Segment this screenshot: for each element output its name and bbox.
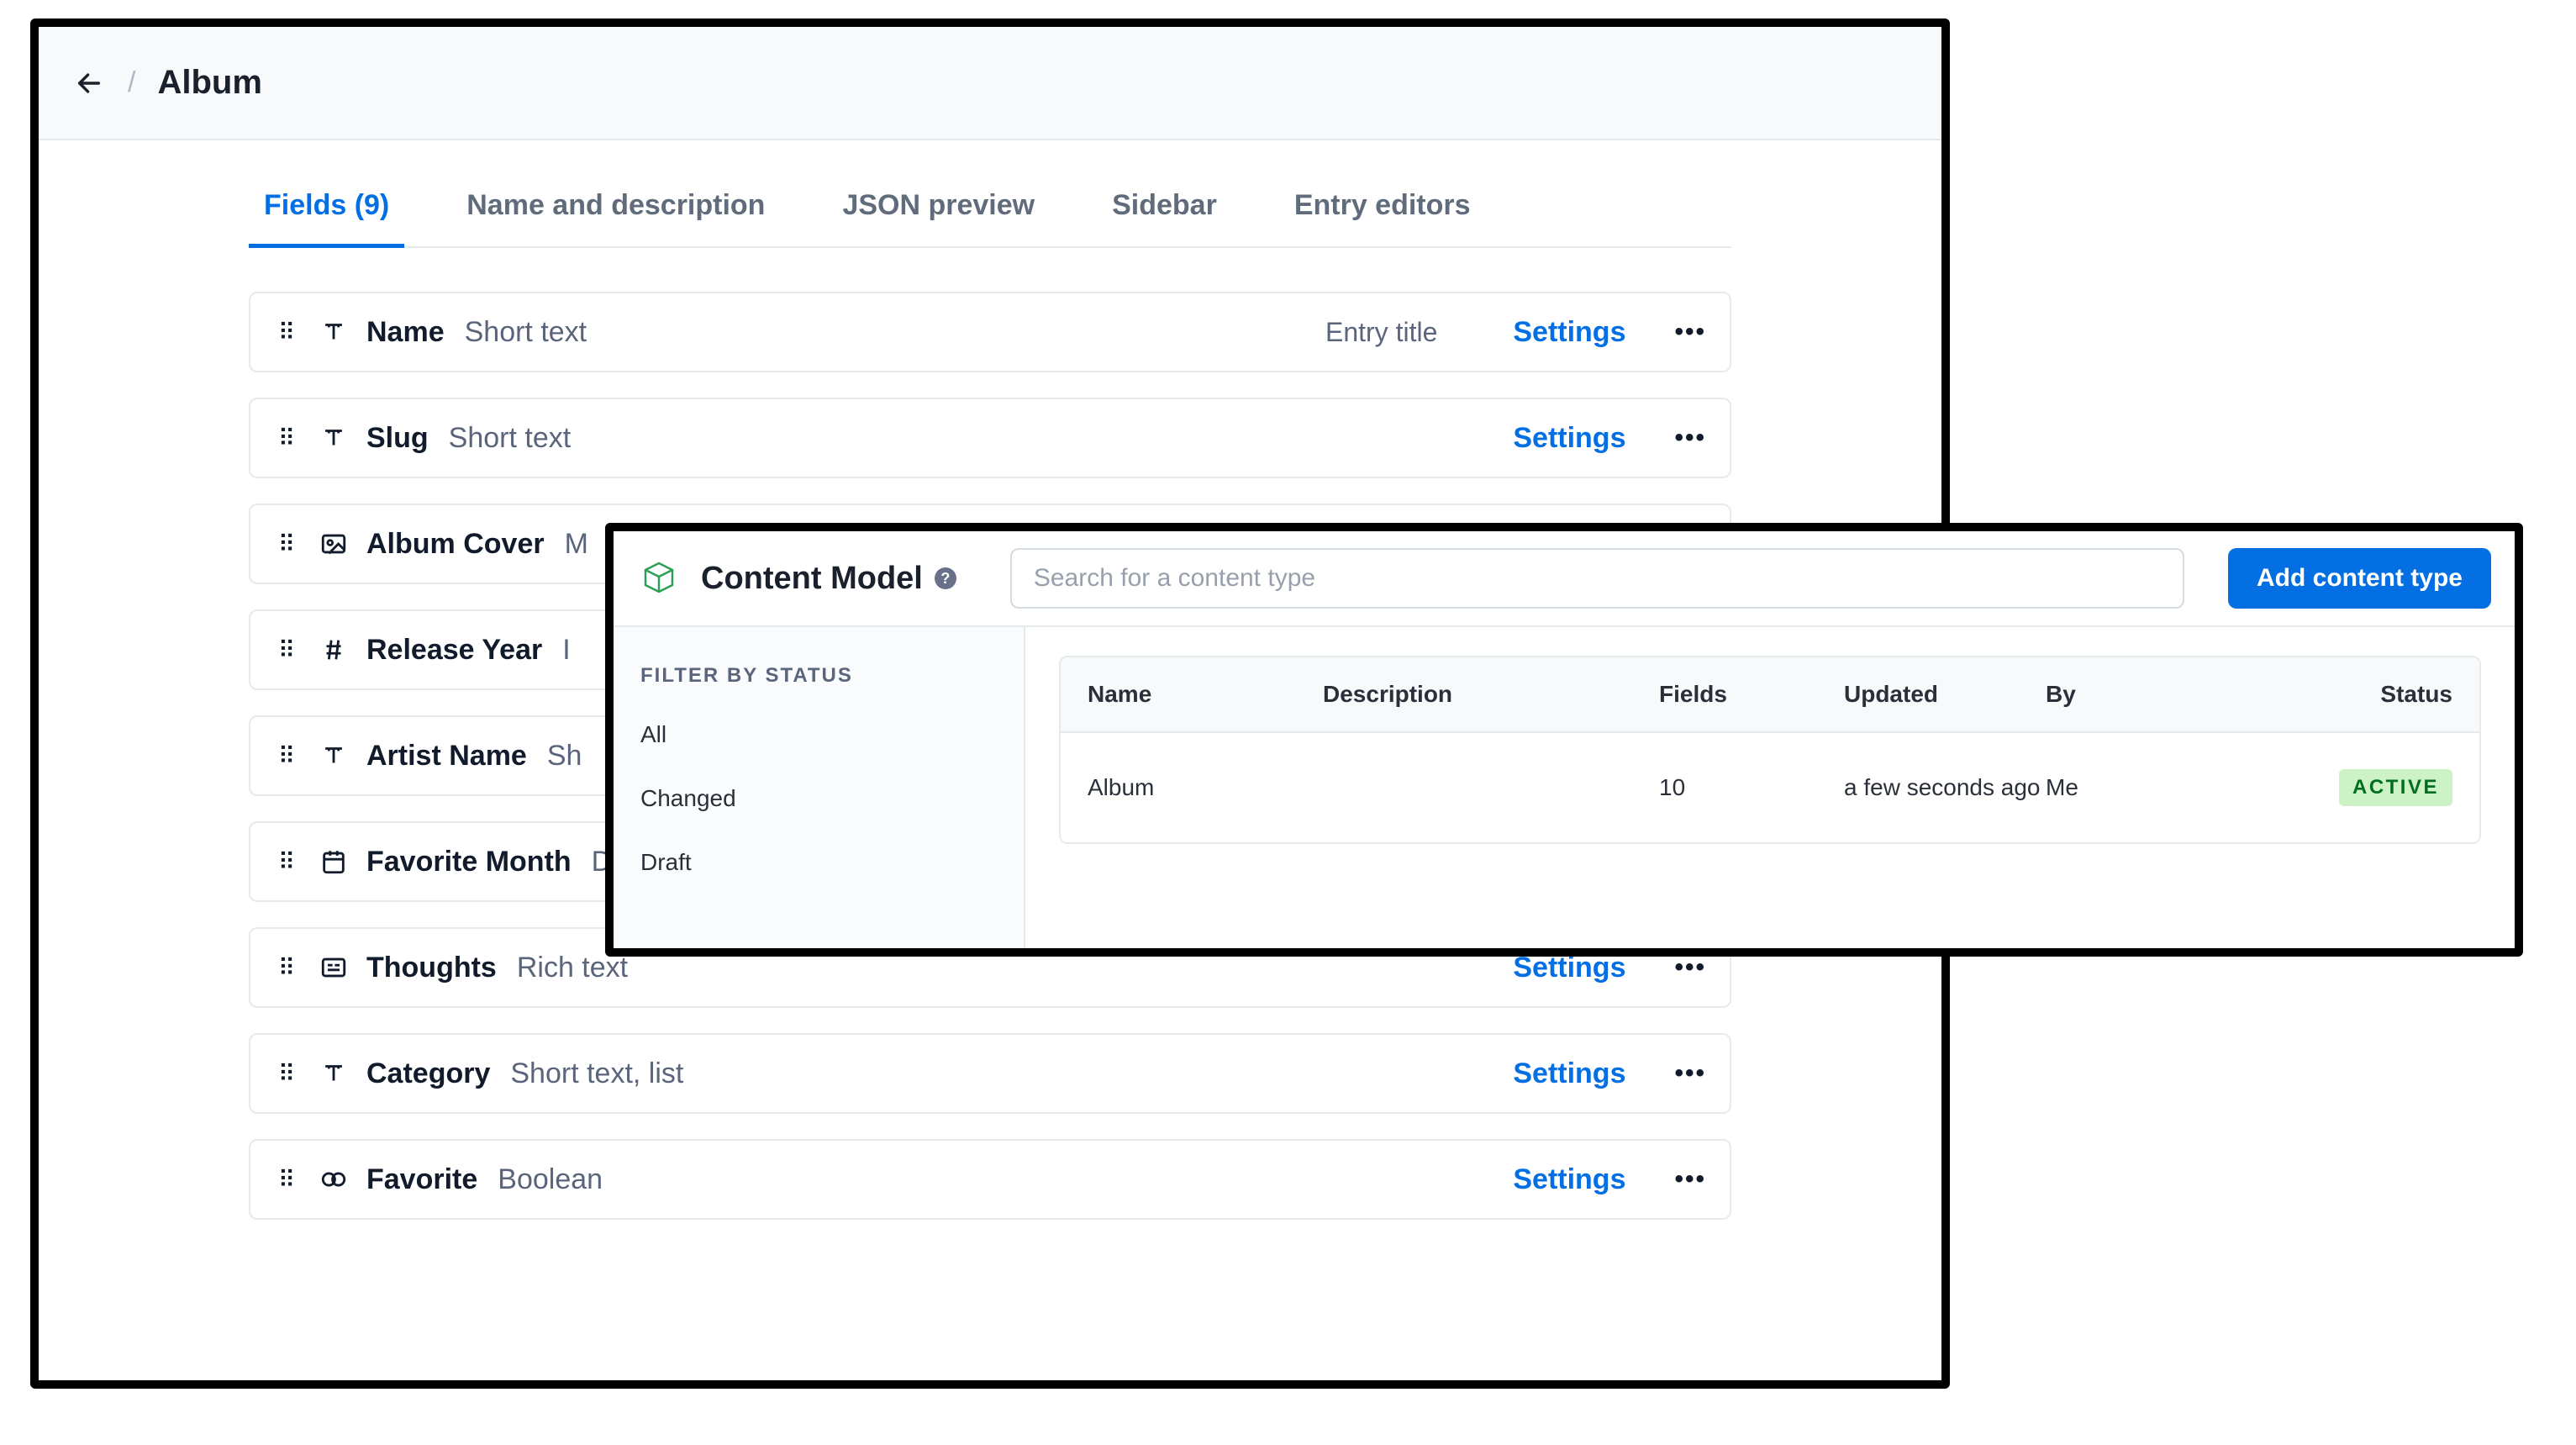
field-name-label: Album Cover [366, 528, 545, 561]
media-type-icon [316, 526, 351, 562]
filter-heading: FILTER BY STATUS [624, 656, 1014, 703]
cell-updated: a few seconds ago [1844, 771, 2046, 805]
drag-handle-icon[interactable]: ⠿ [274, 742, 299, 770]
drag-handle-icon[interactable]: ⠿ [274, 530, 299, 558]
text-type-icon [316, 314, 351, 350]
content-types-table-area: Name Description Fields Updated By Statu… [1025, 627, 2515, 948]
add-content-type-button[interactable]: Add content type [2228, 548, 2491, 609]
field-more-button[interactable]: ••• [1674, 318, 1706, 346]
field-name-label: Favorite Month [366, 846, 572, 878]
field-name-label: Thoughts [366, 952, 497, 984]
field-settings-link[interactable]: Settings [1513, 1057, 1625, 1090]
content-type-search[interactable] [1010, 548, 2184, 609]
field-type-label: I [562, 634, 570, 667]
field-name-label: Artist Name [366, 740, 527, 773]
content-model-header: Content Model ? Add content type [614, 531, 2515, 627]
status-badge: ACTIVE [2339, 769, 2452, 806]
content-model-title-text: Content Model [701, 561, 923, 597]
cell-fields: 10 [1659, 774, 1844, 801]
tab-fields[interactable]: Fields (9) [249, 177, 404, 248]
drag-handle-icon[interactable]: ⠿ [274, 425, 299, 452]
cell-name: Album [1088, 774, 1323, 801]
field-name-label: Release Year [366, 634, 542, 667]
cell-status: ACTIVE [2231, 769, 2452, 806]
content-model-icon [637, 556, 681, 600]
field-name-label: Slug [366, 422, 429, 455]
field-name-label: Favorite [366, 1163, 477, 1196]
text-type-icon [316, 420, 351, 456]
tab-sidebar[interactable]: Sidebar [1097, 177, 1232, 248]
field-row: ⠿ Favorite Boolean Settings ••• [249, 1139, 1731, 1220]
drag-handle-icon[interactable]: ⠿ [274, 319, 299, 346]
drag-handle-icon[interactable]: ⠿ [274, 954, 299, 982]
boolean-type-icon [316, 1162, 351, 1197]
field-row: ⠿ Name Short text Entry title Settings •… [249, 292, 1731, 372]
col-name: Name [1088, 681, 1323, 708]
col-status: Status [2231, 681, 2452, 708]
content-model-window: Content Model ? Add content type FILTER … [605, 523, 2523, 957]
editor-tabs: Fields (9) Name and description JSON pre… [249, 140, 1731, 248]
field-row: ⠿ Slug Short text Settings ••• [249, 398, 1731, 478]
field-type-label: Short text [465, 316, 587, 349]
breadcrumb-separator: / [128, 66, 135, 99]
tab-json-preview[interactable]: JSON preview [827, 177, 1050, 248]
drag-handle-icon[interactable]: ⠿ [274, 1166, 299, 1194]
richtext-type-icon [316, 950, 351, 985]
field-type-label: M [565, 528, 588, 561]
drag-handle-icon[interactable]: ⠿ [274, 848, 299, 876]
table-row[interactable]: Album 10 a few seconds ago Me ACTIVE [1061, 733, 2479, 842]
table-header-row: Name Description Fields Updated By Statu… [1061, 657, 2479, 733]
col-description: Description [1323, 681, 1659, 708]
col-updated: Updated [1844, 681, 2046, 708]
page-title: Album [157, 64, 261, 102]
cell-by: Me [2046, 774, 2231, 801]
calendar-type-icon [316, 844, 351, 879]
filter-changed[interactable]: Changed [624, 767, 1014, 831]
field-more-button[interactable]: ••• [1674, 1165, 1706, 1194]
filter-draft[interactable]: Draft [624, 831, 1014, 894]
field-type-label: Sh [547, 740, 582, 773]
content-types-table: Name Description Fields Updated By Statu… [1059, 656, 2481, 844]
field-more-button[interactable]: ••• [1674, 1059, 1706, 1088]
field-settings-link[interactable]: Settings [1513, 422, 1625, 455]
drag-handle-icon[interactable]: ⠿ [274, 1060, 299, 1088]
status-filter-sidebar: FILTER BY STATUS All Changed Draft [614, 627, 1025, 948]
field-type-label: Short text [449, 422, 572, 455]
content-model-title: Content Model ? [701, 561, 956, 597]
number-type-icon [316, 632, 351, 667]
text-type-icon [316, 738, 351, 773]
back-button[interactable] [72, 66, 106, 100]
filter-all[interactable]: All [624, 703, 1014, 767]
field-row: ⠿ Category Short text, list Settings ••• [249, 1033, 1731, 1114]
drag-handle-icon[interactable]: ⠿ [274, 636, 299, 664]
tab-entry-editors[interactable]: Entry editors [1279, 177, 1486, 248]
help-icon[interactable]: ? [935, 567, 956, 589]
entry-title-badge: Entry title [1325, 317, 1437, 348]
field-more-button[interactable]: ••• [1674, 424, 1706, 452]
col-by: By [2046, 681, 2231, 708]
field-name-label: Category [366, 1057, 490, 1090]
field-more-button[interactable]: ••• [1674, 953, 1706, 982]
field-name-label: Name [366, 316, 445, 349]
col-fields: Fields [1659, 681, 1844, 708]
field-settings-link[interactable]: Settings [1513, 1163, 1625, 1196]
field-type-label: Short text, list [510, 1057, 683, 1090]
content-type-search-input[interactable] [1032, 563, 2162, 593]
field-settings-link[interactable]: Settings [1513, 316, 1625, 349]
field-type-label: Boolean [498, 1163, 603, 1196]
text-type-icon [316, 1056, 351, 1091]
tab-name-description[interactable]: Name and description [451, 177, 780, 248]
editor-header: / Album [39, 27, 1941, 140]
